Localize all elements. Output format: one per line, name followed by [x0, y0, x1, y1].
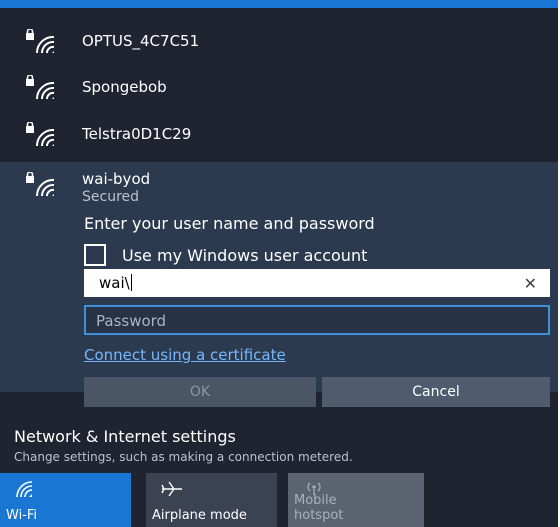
airplane-mode-tile[interactable]: Airplane mode [146, 473, 277, 527]
network-name: Spongebob [82, 78, 167, 96]
tile-label: Airplane mode [152, 508, 247, 523]
wifi-secured-icon [26, 75, 55, 100]
username-value: wai\ [99, 274, 132, 292]
connect-certificate-link[interactable]: Connect using a certificate [84, 346, 286, 364]
clear-icon[interactable]: ✕ [524, 274, 537, 293]
network-item-telstra[interactable]: Telstra0D1C29 [0, 110, 558, 158]
tile-label: Wi-Fi [6, 508, 38, 523]
username-input[interactable]: wai\ ✕ [84, 269, 550, 297]
network-settings-description: Change settings, such as making a connec… [14, 450, 353, 464]
quick-actions: Wi-Fi Airplane mode Mobile hotspot [0, 473, 558, 527]
network-flyout: OPTUS_4C7C51 Spongebob Telstra0D1C29 wai… [0, 0, 558, 527]
wifi-secured-icon [26, 29, 55, 54]
mobile-hotspot-tile[interactable]: Mobile hotspot [288, 473, 424, 527]
network-name: OPTUS_4C7C51 [82, 32, 200, 50]
network-settings-link[interactable]: Network & Internet settings [14, 427, 236, 446]
network-item-optus[interactable]: OPTUS_4C7C51 [0, 17, 558, 65]
password-placeholder: Password [96, 312, 167, 330]
ok-button[interactable]: OK [84, 377, 316, 407]
password-input[interactable]: Password [84, 305, 550, 335]
wifi-icon [16, 481, 33, 498]
tile-label: Mobile hotspot [294, 493, 344, 523]
wifi-toggle-tile[interactable]: Wi-Fi [0, 473, 131, 527]
selected-network-panel: wai-byod Secured Enter your user name an… [0, 162, 558, 407]
text-caret [130, 274, 132, 291]
cancel-button[interactable]: Cancel [322, 377, 550, 407]
network-item-spongebob[interactable]: Spongebob [0, 63, 558, 111]
credentials-prompt: Enter your user name and password [84, 214, 375, 233]
network-name: wai-byod [82, 170, 151, 188]
airplane-icon [161, 481, 182, 497]
wifi-secured-icon [26, 122, 55, 147]
network-settings-section: Network & Internet settings Change setti… [0, 417, 558, 527]
windows-account-checkbox-row[interactable]: Use my Windows user account [84, 244, 367, 266]
checkbox-label: Use my Windows user account [122, 245, 368, 265]
windows-account-checkbox[interactable] [84, 244, 106, 266]
wifi-secured-icon [26, 172, 55, 197]
network-name: Telstra0D1C29 [82, 125, 192, 143]
accent-bar [0, 0, 558, 8]
network-status: Secured [82, 189, 140, 205]
